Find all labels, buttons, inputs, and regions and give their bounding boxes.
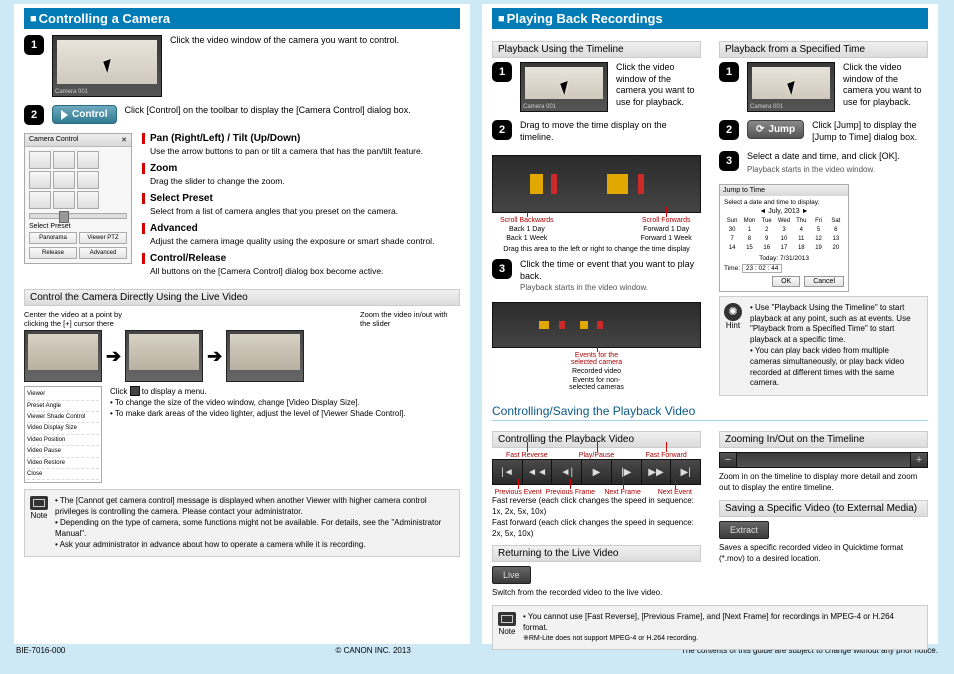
- step-1: 1 Click the video window of the camera y…: [24, 35, 460, 97]
- title-controlling: Controlling a Camera: [24, 8, 460, 29]
- zoom-out-button: −: [719, 452, 737, 468]
- hint-box: ✺Hint • Use "Playback Using the Timeline…: [719, 296, 928, 396]
- control-dialog-mock: Camera Control✕ Select Preset PanoramaVi…: [24, 133, 132, 283]
- control-columns: Camera Control✕ Select Preset PanoramaVi…: [24, 133, 460, 283]
- live-sequence: ➔ ➔: [24, 330, 460, 382]
- cancel-button[interactable]: Cancel: [804, 276, 844, 287]
- step-badge: 1: [24, 35, 44, 55]
- feature-list: Pan (Right/Left) / Tilt (Up/Down)Use the…: [142, 133, 460, 283]
- camera-thumb: [52, 35, 162, 97]
- control-button[interactable]: Control: [52, 105, 117, 124]
- step2-text: Click [Control] on the toolbar to displa…: [125, 105, 411, 117]
- subhead-live: Control the Camera Directly Using the Li…: [24, 289, 460, 306]
- playback-controls[interactable]: |◄◄◄◄| ▶ |▶▶▶▶|: [492, 459, 701, 485]
- hint-icon: ✺: [724, 303, 742, 321]
- step-badge: 2: [24, 105, 44, 125]
- doc-id: BIE-7016-000: [16, 646, 65, 655]
- prev-frame-button: ◄|: [552, 460, 582, 484]
- live-button[interactable]: Live: [492, 566, 531, 584]
- preset-row[interactable]: PanoramaViewer PTZ: [29, 232, 127, 244]
- menu-hint: Click to display a menu. • To change the…: [110, 386, 406, 483]
- page-left: Controlling a Camera 1 Click the video w…: [14, 4, 470, 644]
- next-frame-button: |▶: [612, 460, 642, 484]
- fast-rev-button: ◄◄: [523, 460, 553, 484]
- playback-timeline-col: Playback Using the Timeline 1 Click the …: [492, 35, 701, 151]
- playback-time-col: Playback from a Specified Time 1 Click t…: [719, 35, 928, 151]
- arrow-icon: ➔: [207, 346, 222, 367]
- bottom-note: Note • You cannot use [Fast Reverse], [P…: [492, 605, 928, 650]
- extract-button[interactable]: Extract: [719, 521, 769, 539]
- note-icon: [498, 612, 516, 626]
- note-box: Note The [Cannot get camera control] mes…: [24, 489, 460, 557]
- play-icon: [61, 110, 68, 120]
- title-playback: Playing Back Recordings: [492, 8, 928, 29]
- zoom-slider[interactable]: [29, 213, 127, 219]
- arrow-icon: ➔: [106, 346, 121, 367]
- page-right: Playing Back Recordings Playback Using t…: [482, 4, 938, 644]
- zoom-in-button: +: [910, 452, 928, 468]
- step-2: 2 Control Click [Control] on the toolbar…: [24, 105, 460, 125]
- play-button: ▶: [582, 460, 612, 484]
- context-menu[interactable]: ViewerPreset Angle Viewer Shade ControlV…: [24, 386, 102, 483]
- timeline-strip[interactable]: [492, 155, 701, 213]
- dropdown-icon: [130, 386, 140, 396]
- zoom-bar[interactable]: −+: [719, 452, 928, 468]
- ok-button[interactable]: OK: [772, 276, 800, 287]
- jump-dialog[interactable]: Jump to Time Select a date and time to d…: [719, 184, 849, 292]
- section-control-save: Controlling/Saving the Playback Video: [492, 402, 928, 421]
- fast-fwd-button: ▶▶: [642, 460, 672, 484]
- copyright: © CANON INC. 2013: [336, 646, 411, 655]
- step1-text: Click the video window of the camera you…: [170, 35, 399, 47]
- jump-button[interactable]: ⟳ Jump: [747, 120, 804, 139]
- note-icon: [30, 496, 48, 510]
- ptz-grid[interactable]: [29, 151, 127, 209]
